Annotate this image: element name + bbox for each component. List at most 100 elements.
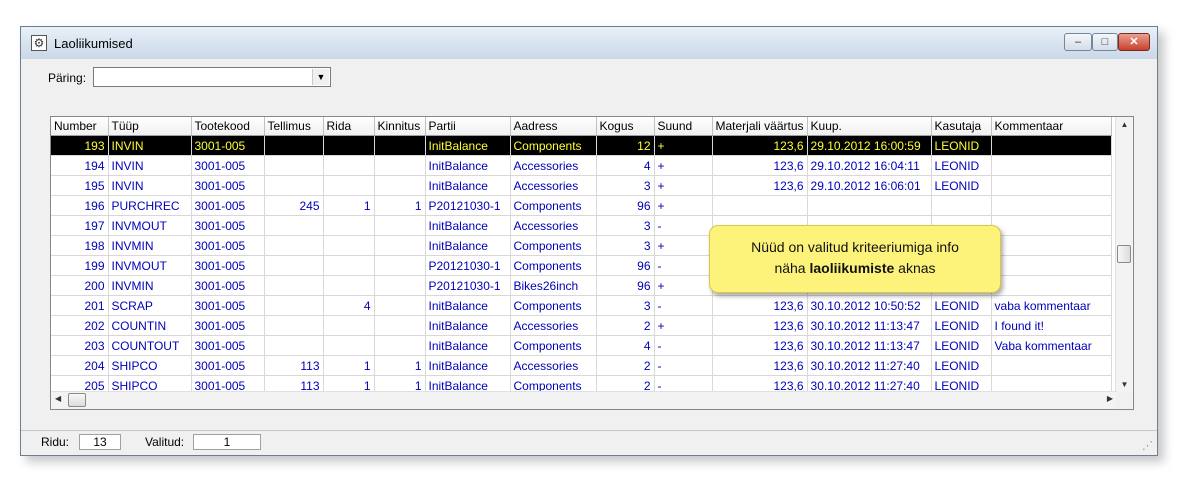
chevron-down-icon[interactable]: ▼: [312, 69, 329, 85]
column-header[interactable]: Tellimus: [264, 117, 324, 136]
resize-grip-icon[interactable]: ⋰: [1142, 439, 1153, 452]
table-cell: 3001-005: [191, 355, 265, 376]
status-bar: Ridu: 13 Valitud: 1 ⋰: [21, 430, 1157, 455]
table-cell: InitBalance: [425, 335, 511, 356]
table-cell: 4: [596, 335, 655, 356]
table-cell: P20121030-1: [425, 255, 511, 276]
table-cell: InitBalance: [425, 315, 511, 336]
column-header[interactable]: Number: [51, 117, 109, 136]
scroll-left-arrow-icon[interactable]: ◀: [55, 394, 61, 403]
callout-bold-word: laoliikumiste: [809, 260, 895, 276]
query-dropdown[interactable]: ▼: [93, 67, 331, 87]
close-button[interactable]: ✕: [1118, 33, 1150, 51]
table-cell: P20121030-1: [425, 195, 511, 216]
table-cell: 3: [596, 175, 655, 196]
table-row[interactable]: 193 INVIN 3001-005 InitBalance Components 12 +…: [51, 135, 1112, 156]
table-cell: 1: [323, 355, 375, 376]
table-row[interactable]: 202 COUNTIN 3001-005 InitBalance Accessories…: [51, 315, 1112, 336]
vertical-scrollbar[interactable]: ▲ ▼: [1115, 117, 1133, 392]
table-cell: 12: [596, 135, 655, 156]
table-cell: 3001-005: [191, 175, 265, 196]
table-cell: 197: [51, 215, 109, 236]
title-bar[interactable]: ⚙ Laoliikumised – □ ✕: [21, 27, 1157, 59]
table-cell: INVIN: [108, 135, 192, 156]
table-row[interactable]: 203 COUNTOUT 3001-005 InitBalance Components…: [51, 335, 1112, 356]
table-cell: 96: [596, 255, 655, 276]
table-cell: 194: [51, 155, 109, 176]
table-cell: 1: [374, 355, 426, 376]
column-header[interactable]: Tüüp: [108, 117, 192, 136]
rows-label: Ridu:: [41, 435, 70, 449]
scroll-down-arrow-icon[interactable]: ▼: [1116, 380, 1133, 389]
scroll-up-arrow-icon[interactable]: ▲: [1116, 120, 1133, 129]
table-cell: 96: [596, 275, 655, 296]
column-header[interactable]: Kommentaar: [991, 117, 1112, 136]
table-cell: +: [654, 235, 713, 256]
table-cell: 199: [51, 255, 109, 276]
column-header[interactable]: Tootekood: [191, 117, 265, 136]
table-cell: [264, 215, 324, 236]
table-cell: [323, 255, 375, 276]
table-cell: [323, 275, 375, 296]
table-cell: LEONID: [931, 175, 992, 196]
table-cell: SCRAP: [108, 295, 192, 316]
column-header[interactable]: Materjali väärtus: [712, 117, 808, 136]
table-row[interactable]: 204 SHIPCO 3001-005 113 1 1 InitBalance Accesso…: [51, 355, 1112, 376]
table-cell: Accessories: [510, 155, 597, 176]
table-cell: 123,6: [712, 315, 808, 336]
table-cell: Bikes26inch: [510, 275, 597, 296]
table-cell: 3001-005: [191, 235, 265, 256]
horizontal-scrollbar[interactable]: ◀ ▶: [51, 391, 1117, 409]
rows-count: 13: [79, 434, 121, 450]
table-cell: INVMOUT: [108, 255, 192, 276]
table-cell: Components: [510, 195, 597, 216]
column-header[interactable]: Suund: [654, 117, 713, 136]
minimize-button[interactable]: –: [1064, 33, 1092, 51]
column-header[interactable]: Kasutaja: [931, 117, 992, 136]
table-cell: InitBalance: [425, 175, 511, 196]
table-cell: 123,6: [712, 295, 808, 316]
selected-label: Valitud:: [145, 435, 185, 449]
column-header[interactable]: Partii: [425, 117, 511, 136]
table-cell: Accessories: [510, 315, 597, 336]
table-cell: 201: [51, 295, 109, 316]
table-cell: +: [654, 135, 713, 156]
table-row[interactable]: 201 SCRAP 3001-005 4 InitBalance Components 3-…: [51, 295, 1112, 316]
info-callout: Nüüd on valitud kriteeriumiga info näha …: [709, 225, 1001, 293]
table-row[interactable]: 195 INVIN 3001-005 InitBalance Accessories 3 +…: [51, 175, 1112, 196]
column-header[interactable]: Rida: [323, 117, 375, 136]
table-cell: +: [654, 155, 713, 176]
table-cell: INVMOUT: [108, 215, 192, 236]
table-cell: [374, 275, 426, 296]
table-cell: INVIN: [108, 155, 192, 176]
vertical-scroll-thumb[interactable]: [1117, 245, 1131, 263]
table-cell: 3001-005: [191, 215, 265, 236]
table-cell: 3001-005: [191, 135, 265, 156]
table-cell: 123,6: [712, 335, 808, 356]
scroll-right-arrow-icon[interactable]: ▶: [1107, 394, 1113, 403]
column-header[interactable]: Aadress: [510, 117, 597, 136]
column-header[interactable]: Kogus: [596, 117, 655, 136]
table-cell: SHIPCO: [108, 355, 192, 376]
maximize-button[interactable]: □: [1092, 33, 1118, 51]
table-cell: 195: [51, 175, 109, 196]
table-cell: [323, 335, 375, 356]
table-cell: 29.10.2012 16:04:11: [807, 155, 932, 176]
table-cell: 203: [51, 335, 109, 356]
table-cell: Accessories: [510, 355, 597, 376]
window-title: Laoliikumised: [54, 36, 133, 51]
table-cell: LEONID: [931, 335, 992, 356]
column-header[interactable]: Kinnitus: [374, 117, 426, 136]
table-cell: 3001-005: [191, 335, 265, 356]
table-cell: [374, 255, 426, 276]
table-cell: [374, 155, 426, 176]
table-cell: [323, 175, 375, 196]
table-cell: [374, 315, 426, 336]
table-cell: [374, 235, 426, 256]
horizontal-scroll-thumb[interactable]: [68, 393, 86, 407]
table-cell: LEONID: [931, 135, 992, 156]
table-row[interactable]: 196 PURCHREC 3001-005 245 1 1 P20121030-1 Compo…: [51, 195, 1112, 216]
table-row[interactable]: 194 INVIN 3001-005 InitBalance Accessories 4 +…: [51, 155, 1112, 176]
column-header[interactable]: Kuup.: [807, 117, 932, 136]
table-cell: InitBalance: [425, 135, 511, 156]
